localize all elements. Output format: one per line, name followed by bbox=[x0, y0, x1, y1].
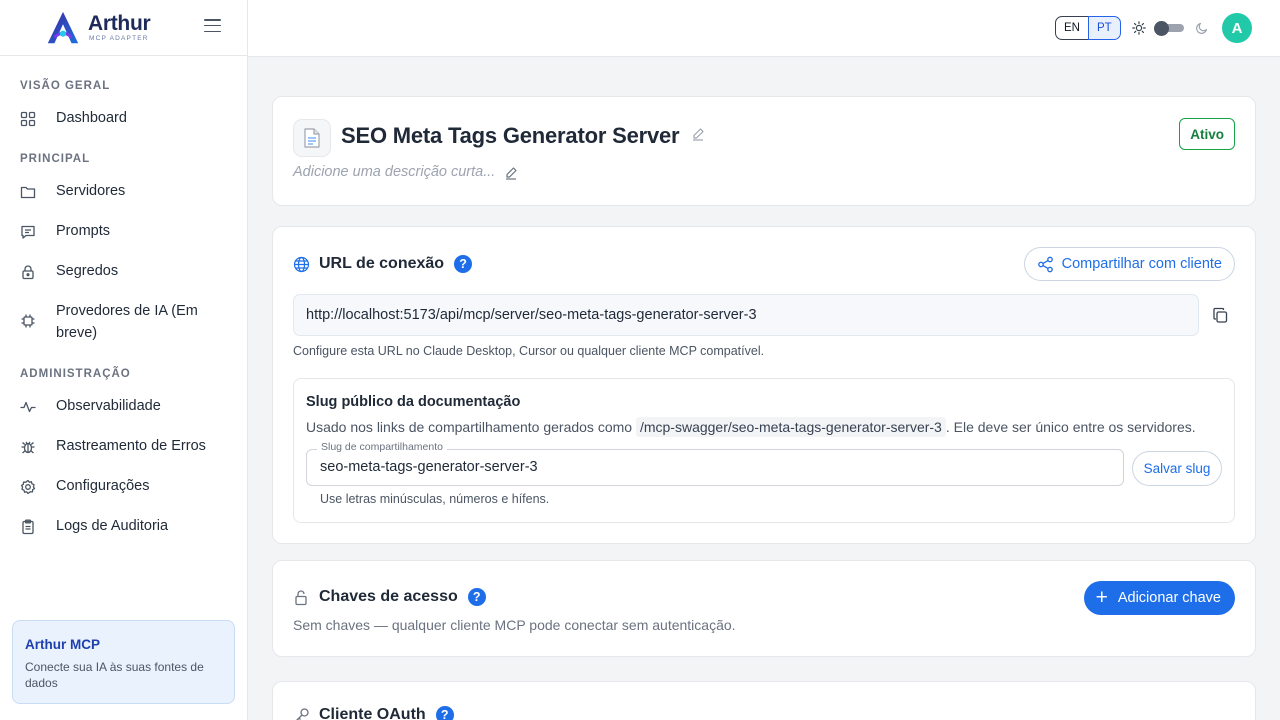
language-switcher: EN PT bbox=[1055, 16, 1121, 40]
user-avatar[interactable]: A bbox=[1222, 13, 1252, 43]
lang-en-button[interactable]: EN bbox=[1055, 16, 1089, 40]
slug-title: Slug público da documentação bbox=[306, 394, 521, 410]
share-label: Compartilhar com cliente bbox=[1061, 256, 1222, 272]
slug-desc-text: Usado nos links de compartilhamento gera… bbox=[306, 419, 633, 435]
access-keys-title: Chaves de acesso bbox=[319, 588, 458, 605]
edit-title-icon[interactable] bbox=[691, 127, 705, 141]
promo-description: Conecte sua IA às suas fontes de dados bbox=[25, 660, 204, 690]
clipboard-icon bbox=[20, 519, 36, 535]
unlock-icon bbox=[295, 589, 307, 605]
message-icon bbox=[20, 224, 36, 240]
chip-icon bbox=[20, 313, 36, 329]
gear-icon bbox=[20, 479, 36, 495]
sidebar-item-secrets[interactable]: Segredos bbox=[20, 263, 230, 282]
share-with-client-button[interactable]: Compartilhar com cliente bbox=[1023, 247, 1235, 281]
server-header-card: SEO Meta Tags Generator Server Adicione … bbox=[272, 96, 1256, 206]
plus-icon: + bbox=[1095, 585, 1108, 609]
slug-input[interactable]: Slug de compartilhamento seo-meta-tags-g… bbox=[306, 441, 1124, 486]
theme-toggle[interactable] bbox=[1154, 21, 1184, 36]
topbar: EN PT A bbox=[248, 0, 1280, 57]
sidebar-item-observability[interactable]: Observabilidade bbox=[20, 398, 230, 417]
access-keys-header: Chaves de acesso ? bbox=[293, 588, 486, 606]
nav-section-main: PRINCIPAL bbox=[20, 153, 91, 165]
sidebar-item-prompts[interactable]: Prompts bbox=[20, 223, 230, 242]
oauth-title: Cliente OAuth bbox=[319, 706, 426, 720]
sidebar-item-label: Dashboard bbox=[56, 110, 127, 126]
globe-icon bbox=[293, 256, 310, 272]
description-placeholder[interactable]: Adicione uma descrição curta... bbox=[293, 164, 495, 180]
help-icon[interactable]: ? bbox=[454, 255, 473, 273]
moon-icon bbox=[1196, 22, 1208, 34]
slug-desc-text-after: . Ele deve ser único entre os servidores… bbox=[945, 419, 1196, 435]
arthur-logo bbox=[47, 11, 79, 43]
brand-name: Arthur bbox=[88, 11, 151, 35]
sidebar-item-label: Rastreamento de Erros bbox=[56, 438, 206, 454]
sun-icon bbox=[1132, 21, 1146, 35]
sidebar-item-settings[interactable]: Configurações bbox=[20, 478, 230, 497]
lock-icon bbox=[20, 264, 36, 280]
sidebar-item-ai-providers[interactable]: Provedores de IA (Em breve) bbox=[20, 303, 230, 344]
slug-input-label: Slug de compartilhamento bbox=[317, 441, 447, 453]
connection-title: URL de conexão bbox=[319, 255, 445, 272]
document-icon bbox=[293, 119, 331, 157]
help-icon[interactable]: ? bbox=[435, 706, 454, 720]
bug-icon bbox=[20, 439, 36, 455]
sidebar-item-servers[interactable]: Servidores bbox=[20, 183, 230, 202]
sidebar-item-label: Servidores bbox=[56, 183, 126, 199]
slug-description: Usado nos links de compartilhamento gera… bbox=[306, 417, 1196, 437]
share-icon bbox=[1037, 256, 1053, 272]
slug-desc-path: /mcp-swagger/seo-meta-tags-generator-ser… bbox=[635, 417, 946, 437]
oauth-header: Cliente OAuth ? bbox=[293, 706, 454, 720]
slug-panel: Slug público da documentação Usado nos l… bbox=[293, 378, 1235, 523]
sidebar-item-label: Observabilidade bbox=[56, 398, 161, 414]
no-keys-text: Sem chaves — qualquer cliente MCP pode c… bbox=[293, 617, 736, 633]
status-badge: Ativo bbox=[1179, 118, 1235, 150]
copy-icon[interactable] bbox=[1212, 307, 1229, 324]
slug-input-value: seo-meta-tags-generator-server-3 bbox=[320, 459, 538, 475]
grid-icon bbox=[20, 111, 36, 127]
sidebar-item-label: Logs de Auditoria bbox=[56, 518, 169, 534]
sidebar-item-label: Provedores de IA (Em breve) bbox=[56, 303, 198, 341]
brand[interactable]: Arthur MCP ADAPTER bbox=[0, 0, 247, 56]
nav-section-admin: ADMINISTRAÇÃO bbox=[20, 368, 131, 380]
sidebar-item-label: Prompts bbox=[56, 223, 110, 239]
sidebar: Arthur MCP ADAPTER VISÃO GERAL Dashboard… bbox=[0, 0, 248, 720]
save-slug-button[interactable]: Salvar slug bbox=[1132, 451, 1222, 486]
promo-title: Arthur MCP bbox=[25, 637, 100, 652]
nav-section-overview: VISÃO GERAL bbox=[20, 80, 111, 92]
add-key-button[interactable]: + Adicionar chave bbox=[1083, 581, 1235, 615]
connection-url-field[interactable]: http://localhost:5173/api/mcp/server/seo… bbox=[293, 294, 1199, 336]
add-key-label: Adicionar chave bbox=[1117, 590, 1221, 606]
brand-subtitle: MCP ADAPTER bbox=[89, 34, 149, 42]
sidebar-item-error-tracking[interactable]: Rastreamento de Erros bbox=[20, 438, 230, 457]
lang-pt-button[interactable]: PT bbox=[1087, 16, 1121, 40]
edit-description-icon[interactable] bbox=[504, 166, 518, 180]
promo-card: Arthur MCP Conecte sua IA às suas fontes… bbox=[12, 620, 235, 704]
sidebar-item-dashboard[interactable]: Dashboard bbox=[20, 110, 230, 129]
sidebar-item-label: Configurações bbox=[56, 478, 150, 494]
menu-toggle-icon[interactable] bbox=[204, 19, 221, 37]
key-icon bbox=[295, 707, 309, 720]
help-icon[interactable]: ? bbox=[467, 588, 486, 606]
connection-card: URL de conexão ? Compartilhar com client… bbox=[272, 226, 1256, 544]
oauth-client-card: Cliente OAuth ? bbox=[272, 681, 1256, 720]
sidebar-item-label: Segredos bbox=[56, 263, 119, 279]
activity-icon bbox=[20, 399, 36, 415]
folder-icon bbox=[20, 184, 36, 200]
server-title: SEO Meta Tags Generator Server bbox=[341, 123, 680, 148]
connection-header: URL de conexão ? bbox=[293, 255, 473, 273]
sidebar-item-audit-logs[interactable]: Logs de Auditoria bbox=[20, 518, 230, 537]
access-keys-card: Chaves de acesso ? + Adicionar chave Sem… bbox=[272, 560, 1256, 657]
connection-help-text: Configure esta URL no Claude Desktop, Cu… bbox=[293, 344, 765, 358]
slug-hint: Use letras minúsculas, números e hífens. bbox=[320, 492, 550, 506]
